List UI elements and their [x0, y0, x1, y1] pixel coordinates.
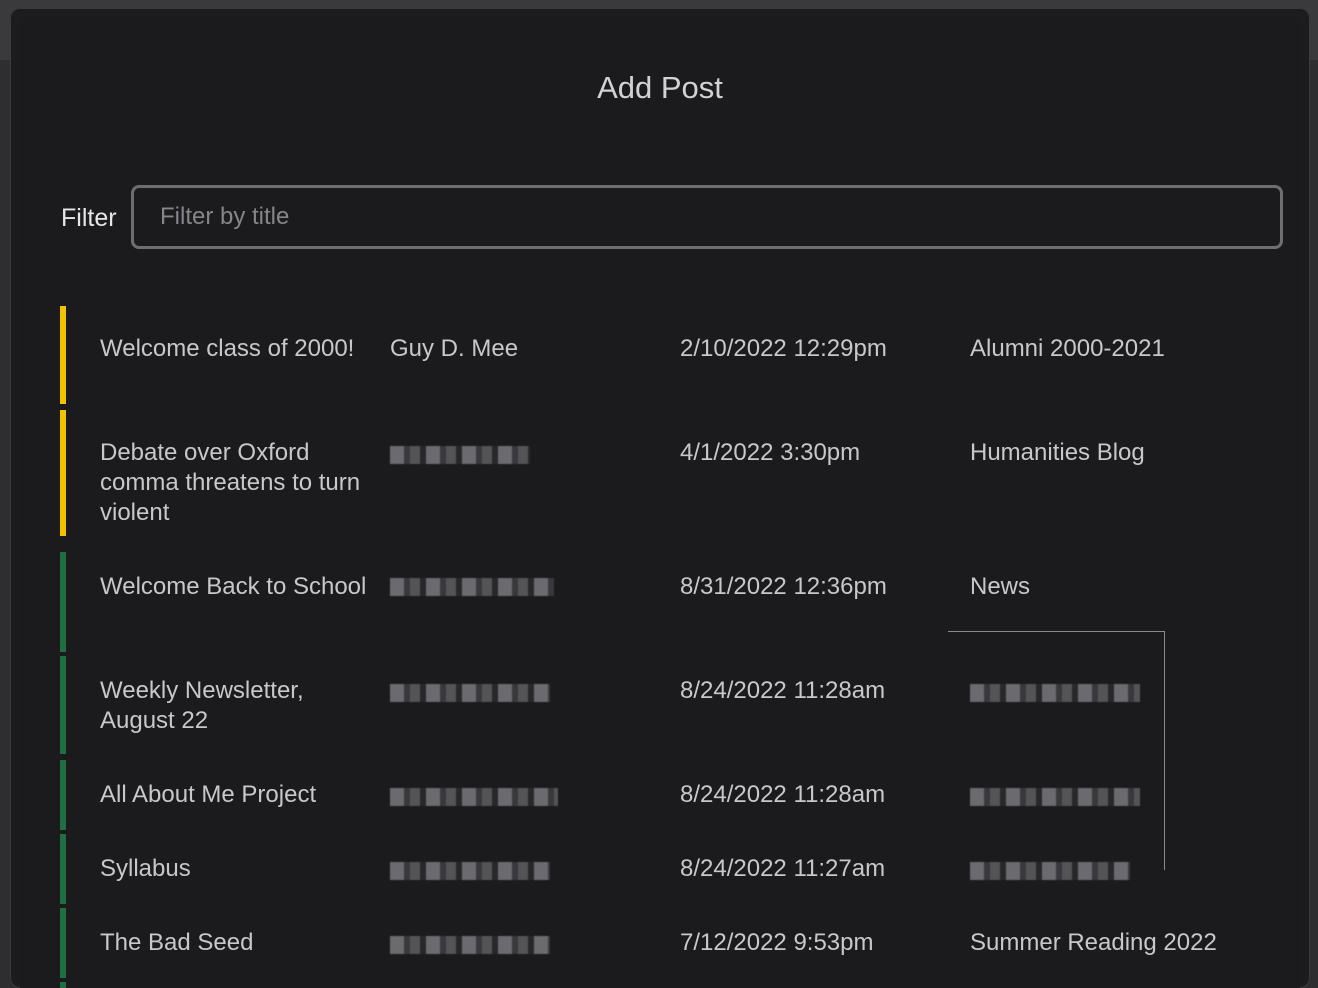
post-title: All About Me Project: [100, 781, 317, 808]
post-author-redacted: [390, 440, 650, 472]
post-row[interactable]: The Bad Seed 7/12/2022 9:53pm Summer Rea…: [60, 908, 1290, 978]
post-author-redacted: [390, 678, 650, 710]
post-date: 4/1/2022 3:30pm: [680, 439, 861, 466]
post-author-redacted: [390, 782, 650, 814]
post-blog: Summer Reading 2022: [970, 929, 1217, 956]
post-row[interactable]: [60, 982, 1290, 988]
filter-input[interactable]: [131, 185, 1283, 249]
post-title: Syllabus: [100, 855, 191, 882]
post-row[interactable]: Weekly Newsletter, August 22 8/24/2022 1…: [60, 656, 1290, 754]
post-date: 2/10/2022 12:29pm: [680, 335, 887, 362]
status-bar: [60, 656, 66, 754]
post-title: Welcome class of 2000!: [100, 335, 355, 362]
modal-title: Add Post: [597, 70, 723, 105]
post-row[interactable]: Welcome Back to School 8/31/2022 12:36pm…: [60, 552, 1290, 652]
post-row[interactable]: Syllabus 8/24/2022 11:27am: [60, 834, 1290, 904]
status-bar: [60, 908, 66, 978]
post-blog: Humanities Blog: [970, 439, 1145, 466]
post-date: 8/24/2022 11:28am: [680, 677, 886, 704]
post-author: Guy D. Mee: [390, 335, 519, 362]
post-blog: News: [970, 573, 1031, 600]
filter-label: Filter: [61, 204, 117, 232]
post-row[interactable]: All About Me Project 8/24/2022 11:28am: [60, 760, 1290, 830]
post-date: 8/31/2022 12:36pm: [680, 573, 887, 600]
post-blog-redacted: [970, 782, 1280, 814]
status-bar: [60, 834, 66, 904]
post-title: Debate over Oxford comma threatens to tu…: [100, 439, 361, 526]
modal-body: Add Post Filter Welcome class of 2000! G…: [20, 18, 1300, 988]
status-bar: [60, 410, 66, 536]
post-blog-redacted: [970, 678, 1280, 710]
post-author-redacted: [390, 930, 650, 962]
post-date: 7/12/2022 9:53pm: [680, 929, 874, 956]
status-bar: [60, 552, 66, 652]
post-author-redacted: [390, 572, 650, 604]
status-bar: [60, 760, 66, 830]
post-blog-redacted: [970, 856, 1280, 888]
post-title: The Bad Seed: [100, 929, 254, 956]
post-blog: Alumni 2000-2021: [970, 335, 1165, 362]
post-date: 8/24/2022 11:28am: [680, 781, 886, 808]
status-bar: [60, 306, 66, 404]
post-author-redacted: [390, 856, 650, 888]
status-bar: [60, 982, 66, 988]
post-row[interactable]: Debate over Oxford comma threatens to tu…: [60, 410, 1290, 536]
post-row[interactable]: Welcome class of 2000! Guy D. Mee 2/10/2…: [60, 306, 1290, 404]
add-post-modal: Add Post Filter Welcome class of 2000! G…: [10, 8, 1310, 988]
post-title: Weekly Newsletter, August 22: [100, 677, 304, 734]
post-date: 8/24/2022 11:27am: [680, 855, 886, 882]
post-title: Welcome Back to School: [100, 573, 367, 600]
